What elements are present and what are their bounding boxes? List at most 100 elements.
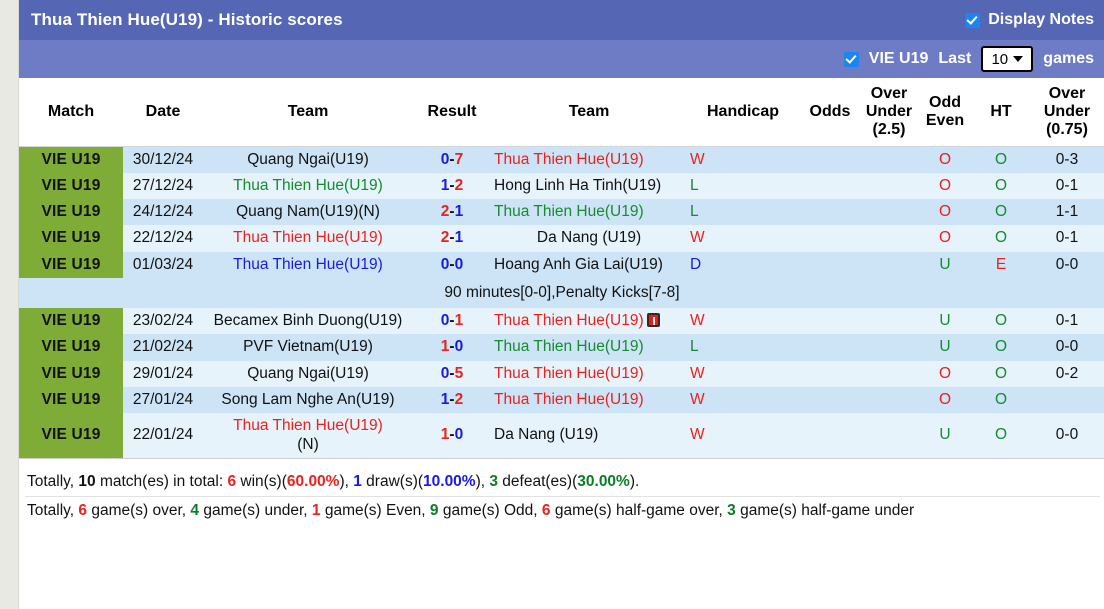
result-letter: W bbox=[690, 426, 705, 444]
row-handicap bbox=[799, 146, 861, 173]
row-date: 27/01/24 bbox=[123, 387, 203, 414]
sum-t1: Totally, bbox=[27, 472, 79, 490]
row-result-letter: W bbox=[687, 146, 799, 173]
table-row[interactable]: VIE U19 01/03/24 Thua Thien Hue(U19) 0-0 Hoa… bbox=[19, 251, 1104, 278]
row-home-team[interactable]: Quang Ngai(U19) bbox=[203, 146, 413, 173]
row-over-under-25: O bbox=[917, 172, 973, 200]
row-over-under-25: U bbox=[917, 308, 973, 335]
row-handicap bbox=[799, 199, 861, 226]
row-result-letter: D bbox=[687, 251, 799, 278]
row-away-team[interactable]: Hong Linh Ha Tinh(U19) bbox=[491, 172, 687, 200]
row-home-team[interactable]: Thua Thien Hue(U19) (N) bbox=[203, 413, 413, 458]
row-over-under-25: O bbox=[917, 146, 973, 173]
table-row[interactable]: VIE U19 24/12/24 Quang Nam(U19)(N) 2-1 Thua … bbox=[19, 199, 1104, 226]
result-letter: L bbox=[690, 338, 699, 356]
sum2-t5: game(s) Odd, bbox=[438, 501, 542, 519]
oddeven-value: O bbox=[994, 312, 1008, 330]
row-half-time: 0-0 bbox=[1029, 334, 1104, 361]
away-team-name: Hong Linh Ha Tinh(U19) bbox=[494, 176, 662, 194]
home-team-name: Song Lam Nghe An(U19) bbox=[221, 391, 395, 409]
historic-scores-table: Match Date Team Result Team Handicap Odd… bbox=[19, 78, 1104, 458]
row-away-team[interactable]: Da Nang (U19) bbox=[491, 225, 687, 252]
home-team-name: Quang Ngai(U19) bbox=[247, 150, 369, 168]
row-away-team[interactable]: Thua Thien Hue(U19) bbox=[491, 199, 687, 226]
row-home-team[interactable]: Becamex Binh Duong(U19) bbox=[203, 308, 413, 335]
oddeven-value: E bbox=[995, 255, 1007, 273]
table-row[interactable]: VIE U19 21/02/24 PVF Vietnam(U19) 1-0 Thua T… bbox=[19, 334, 1104, 361]
row-odds bbox=[861, 387, 917, 414]
col-over-under-075: Over Under (0.75) bbox=[1029, 78, 1104, 147]
row-home-team[interactable]: PVF Vietnam(U19) bbox=[203, 334, 413, 361]
col-date: Date bbox=[123, 78, 203, 147]
league-filter-label: VIE U19 bbox=[868, 50, 929, 67]
row-handicap bbox=[799, 413, 861, 458]
row-away-team[interactable]: Da Nang (U19) bbox=[491, 413, 687, 458]
oddeven-value: O bbox=[994, 203, 1008, 221]
row-away-team[interactable]: Thua Thien Hue(U19) bbox=[491, 308, 687, 335]
summary-line-results: Totally, 10 match(es) in total: 6 win(s)… bbox=[25, 468, 1100, 496]
score-away: 1 bbox=[454, 203, 464, 221]
row-over-under-25: U bbox=[917, 334, 973, 361]
page-root: Thua Thien Hue(U19) - Historic scores Di… bbox=[0, 0, 1104, 609]
row-result-letter: W bbox=[687, 360, 799, 388]
table-row[interactable]: VIE U19 23/02/24 Becamex Binh Duong(U19) 0-… bbox=[19, 308, 1104, 335]
row-date: 23/02/24 bbox=[123, 308, 203, 335]
home-team-name: Quang Nam(U19)(N) bbox=[236, 203, 380, 221]
sum-odd: 9 bbox=[429, 501, 439, 519]
row-away-team[interactable]: Thua Thien Hue(U19) bbox=[491, 360, 687, 388]
home-team-name: Quang Ngai(U19) bbox=[247, 364, 369, 382]
sum-t7: defeat(es)( bbox=[498, 472, 578, 490]
row-over-under-25: O bbox=[917, 199, 973, 226]
row-home-team[interactable]: Thua Thien Hue(U19) bbox=[203, 172, 413, 200]
row-handicap bbox=[799, 308, 861, 335]
games-count-select[interactable]: 10 bbox=[981, 46, 1034, 72]
col-ou075-line1: Over bbox=[1048, 84, 1086, 102]
row-away-team[interactable]: Thua Thien Hue(U19) bbox=[491, 387, 687, 414]
row-home-team[interactable]: Thua Thien Hue(U19) bbox=[203, 251, 413, 278]
sum-wins: 6 bbox=[227, 472, 237, 490]
col-ou25-line1: Over bbox=[870, 84, 908, 102]
row-result-letter: W bbox=[687, 225, 799, 252]
chevron-down-icon bbox=[1013, 56, 1024, 62]
sum-half-under: 3 bbox=[727, 501, 736, 519]
display-notes-checkbox[interactable] bbox=[965, 12, 981, 28]
row-home-team[interactable]: Quang Nam(U19)(N) bbox=[203, 199, 413, 226]
table-row[interactable]: VIE U19 29/01/24 Quang Ngai(U19) 0-5 Thua Th… bbox=[19, 360, 1104, 388]
table-row[interactable]: VIE U19 27/12/24 Thua Thien Hue(U19) 1-2 Hon… bbox=[19, 172, 1104, 200]
table-row[interactable]: VIE U19 27/01/24 Song Lam Nghe An(U19) 1-2 T… bbox=[19, 387, 1104, 414]
row-home-team[interactable]: Thua Thien Hue(U19) bbox=[203, 225, 413, 252]
row-result-letter: W bbox=[687, 387, 799, 414]
row-league-badge: VIE U19 bbox=[19, 225, 123, 252]
row-score: 0-1 bbox=[413, 308, 491, 335]
score-away: 1 bbox=[454, 229, 464, 247]
sum2-t4: game(s) Even, bbox=[320, 501, 430, 519]
row-odds bbox=[861, 146, 917, 173]
score-away: 7 bbox=[454, 150, 464, 168]
row-score: 0-7 bbox=[413, 146, 491, 173]
row-score: 1-0 bbox=[413, 334, 491, 361]
row-score: 2-1 bbox=[413, 225, 491, 252]
col-ht: HT bbox=[973, 78, 1029, 147]
row-handicap bbox=[799, 360, 861, 388]
table-row[interactable]: VIE U19 22/01/24 Thua Thien Hue(U19) (N) 1-0… bbox=[19, 413, 1104, 458]
games-suffix-label: games bbox=[1043, 50, 1094, 67]
row-odds bbox=[861, 225, 917, 252]
row-away-team[interactable]: Thua Thien Hue(U19) bbox=[491, 334, 687, 361]
row-league-badge: VIE U19 bbox=[19, 387, 123, 414]
away-team-name: Thua Thien Hue(U19) bbox=[494, 338, 644, 356]
display-notes-toggle[interactable]: Display Notes bbox=[965, 11, 1094, 29]
row-handicap bbox=[799, 225, 861, 252]
row-away-team[interactable]: Thua Thien Hue(U19) bbox=[491, 146, 687, 173]
league-filter-checkbox[interactable] bbox=[843, 51, 859, 67]
row-home-team[interactable]: Quang Ngai(U19) bbox=[203, 360, 413, 388]
sum-t6: ), bbox=[475, 472, 490, 490]
page-title: Thua Thien Hue(U19) - Historic scores bbox=[31, 10, 343, 29]
row-over-under-25: U bbox=[917, 413, 973, 458]
result-letter: L bbox=[690, 176, 699, 194]
table-row[interactable]: VIE U19 22/12/24 Thua Thien Hue(U19) 2-1 Da … bbox=[19, 225, 1104, 252]
result-letter: L bbox=[690, 203, 699, 221]
row-home-team[interactable]: Song Lam Nghe An(U19) bbox=[203, 387, 413, 414]
row-away-team[interactable]: Hoang Anh Gia Lai(U19) bbox=[491, 251, 687, 278]
row-league-badge: VIE U19 bbox=[19, 308, 123, 335]
table-row[interactable]: VIE U19 30/12/24 Quang Ngai(U19) 0-7 Thua Th… bbox=[19, 146, 1104, 173]
